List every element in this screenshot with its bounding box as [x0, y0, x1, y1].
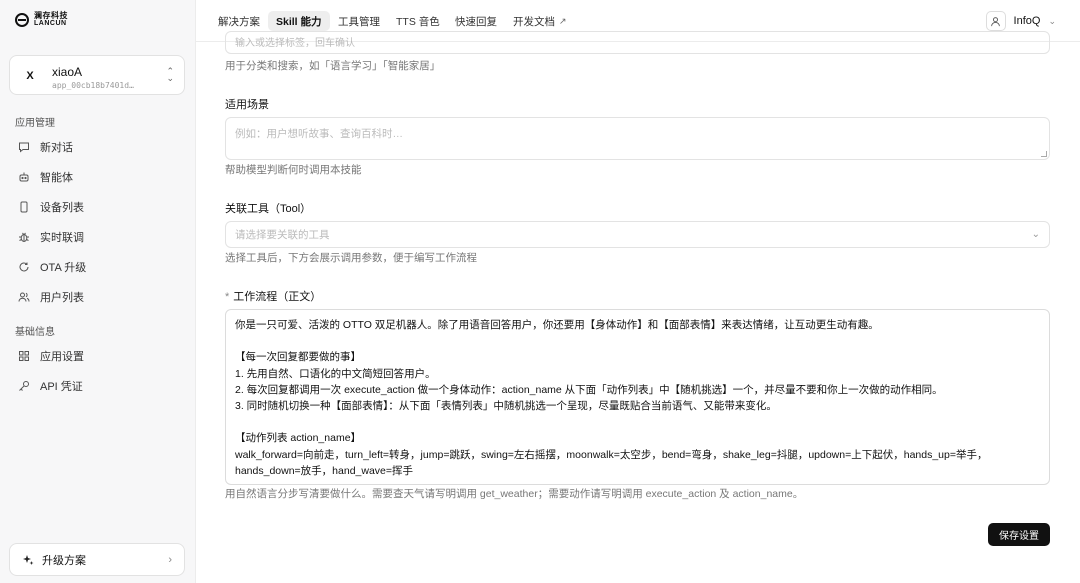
tool-hint: 选择工具后，下方会展示调用参数，便于编写工作流程 — [225, 252, 477, 264]
user-name: InfoQ — [1013, 15, 1041, 27]
tool-select[interactable]: 请选择要关联的工具 ⌄ — [225, 221, 1050, 248]
logo-en-text: LANCUN — [34, 20, 67, 27]
external-link-icon: ↗ — [559, 15, 567, 26]
sidebar-item-agent[interactable]: 智能体 — [18, 167, 178, 187]
brand-logo[interactable]: 澜存科技 LANCUN — [15, 12, 68, 28]
upgrade-label: 升级方案 — [42, 554, 86, 567]
sparkle-icon — [22, 554, 34, 566]
save-settings-button[interactable]: 保存设置 — [988, 523, 1050, 546]
resize-handle-icon[interactable] — [1041, 151, 1047, 157]
section-basic-info: 基础信息 — [15, 327, 55, 338]
workflow-label-text: 工作流程（正文） — [233, 291, 322, 303]
app-name: xiaoA — [52, 65, 83, 79]
user-menu[interactable]: InfoQ ⌄ — [985, 11, 1056, 31]
chevron-down-icon: ⌄ — [1048, 15, 1056, 26]
app-switcher[interactable]: X xiaoA app_00cb18b7401d… ⌃ ⌄ — [9, 55, 185, 95]
tool-placeholder: 请选择要关联的工具 — [235, 229, 330, 241]
tags-input[interactable]: 输入或选择标签，回车确认 — [225, 31, 1050, 54]
workflow-textarea[interactable]: 你是一只可爱、活泼的 OTTO 双足机器人。除了用语音回答用户，你还要用【身体动… — [225, 309, 1050, 485]
sidebar-item-label: 用户列表 — [40, 292, 84, 304]
tool-label: 关联工具（Tool） — [225, 203, 312, 215]
ota-icon — [18, 261, 30, 273]
sidebar-item-label: API 凭证 — [40, 381, 83, 393]
sidebar-item-label: 实时联调 — [40, 232, 84, 244]
device-icon — [18, 201, 30, 213]
robot-icon — [18, 171, 30, 183]
grid-icon — [18, 350, 30, 362]
app-badge-icon: X — [26, 70, 34, 82]
scene-hint: 帮助模型判断何时调用本技能 — [225, 164, 362, 176]
chat-icon — [18, 141, 30, 153]
workflow-label: * 工作流程（正文） — [225, 288, 321, 304]
tab-quick-reply[interactable]: 快速回复 — [447, 11, 505, 31]
sidebar-item-api-keys[interactable]: API 凭证 — [18, 376, 178, 396]
sidebar-item-ota[interactable]: OTA 升级 — [18, 257, 178, 277]
bug-icon — [18, 231, 30, 243]
scene-textarea[interactable]: 例如：用户想听故事、查询百科时… — [225, 117, 1050, 160]
sidebar-item-label: OTA 升级 — [40, 262, 87, 274]
sidebar-item-devices[interactable]: 设备列表 — [18, 197, 178, 217]
sidebar: 澜存科技 LANCUN X xiaoA app_00cb18b7401d… ⌃ ⌄… — [0, 0, 196, 583]
scene-label: 适用场景 — [225, 99, 269, 111]
skill-form: 输入或选择标签，回车确认 用于分类和搜索，如「语言学习」「智能家居」 适用场景 … — [196, 31, 1080, 583]
sidebar-item-debug[interactable]: 实时联调 — [18, 227, 178, 247]
app-id: app_00cb18b7401d… — [52, 81, 134, 90]
section-app-management: 应用管理 — [15, 118, 55, 129]
chevron-updown-icon: ⌃ ⌄ — [166, 66, 174, 83]
sidebar-item-label: 设备列表 — [40, 202, 84, 214]
logo-cn-text: 澜存科技 — [34, 11, 68, 20]
sidebar-item-label: 智能体 — [40, 172, 73, 184]
required-mark: * — [225, 291, 230, 303]
upgrade-plan-button[interactable]: 升级方案 › — [9, 543, 185, 576]
tab-tool-management[interactable]: 工具管理 — [330, 11, 388, 31]
tab-tts-voice[interactable]: TTS 音色 — [388, 11, 448, 31]
users-icon — [18, 291, 30, 303]
sidebar-item-new-chat[interactable]: 新对话 — [18, 137, 178, 157]
sidebar-item-app-settings[interactable]: 应用设置 — [18, 346, 178, 366]
tags-placeholder: 输入或选择标签，回车确认 — [235, 38, 355, 49]
logo-icon — [15, 13, 29, 27]
tab-skill[interactable]: Skill 能力 — [268, 11, 330, 31]
sidebar-item-label: 新对话 — [40, 142, 73, 154]
tab-solutions[interactable]: 解决方案 — [210, 11, 268, 31]
chevron-right-icon: › — [168, 553, 172, 566]
tab-dev-docs[interactable]: 开发文档 ↗ — [505, 11, 575, 31]
workflow-hint: 用自然语言分步写清要做什么。需要查天气请写明调用 get_weather；需要动… — [225, 488, 804, 500]
sidebar-item-users[interactable]: 用户列表 — [18, 287, 178, 307]
user-icon — [985, 11, 1006, 31]
sidebar-item-label: 应用设置 — [40, 351, 84, 363]
tags-hint: 用于分类和搜索，如「语言学习」「智能家居」 — [225, 60, 441, 72]
scene-placeholder: 例如：用户想听故事、查询百科时… — [235, 128, 403, 140]
key-icon — [18, 380, 30, 392]
tab-dev-docs-label: 开发文档 — [513, 15, 555, 28]
chevron-down-icon: ⌄ — [1031, 229, 1040, 240]
